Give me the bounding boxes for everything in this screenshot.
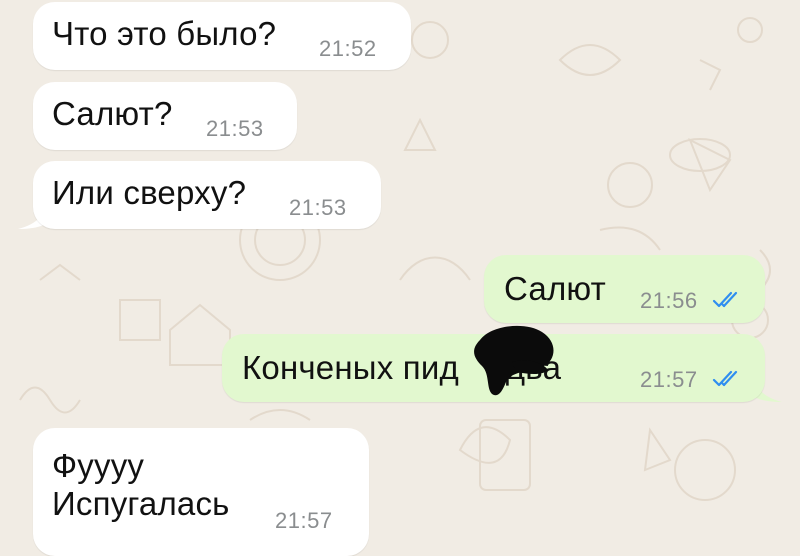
message-bubble-incoming[interactable]: Или сверху? 21:53 xyxy=(33,161,381,229)
message-bubble-incoming[interactable]: Что это было? 21:52 xyxy=(33,2,411,70)
message-bubble-incoming[interactable]: Салют? 21:53 xyxy=(33,82,297,150)
message-text: Салют xyxy=(504,270,606,307)
double-check-icon xyxy=(712,291,738,308)
message-time: 21:53 xyxy=(289,195,347,220)
message-text: Что это было? xyxy=(52,15,277,52)
message-time: 21:56 xyxy=(640,288,698,313)
message-time: 21:52 xyxy=(319,36,377,61)
redaction-scribble xyxy=(474,325,554,396)
message-time: 21:57 xyxy=(640,367,698,392)
message-text: Или сверху? xyxy=(52,174,247,211)
message-time: 21:57 xyxy=(275,508,333,533)
double-check-icon xyxy=(712,370,738,387)
message-text-line-2: Испугалась xyxy=(52,485,230,522)
message-text-line-1: Фуууу xyxy=(52,447,145,484)
message-bubble-outgoing[interactable]: Салют 21:56 xyxy=(484,255,765,323)
message-time: 21:53 xyxy=(206,116,264,141)
message-bubble-incoming[interactable]: Фуууу Испугалась 21:57 xyxy=(33,428,369,556)
message-text: Салют? xyxy=(52,95,173,132)
message-bubble-outgoing[interactable]: Конченых пид два 21:57 xyxy=(222,325,765,402)
